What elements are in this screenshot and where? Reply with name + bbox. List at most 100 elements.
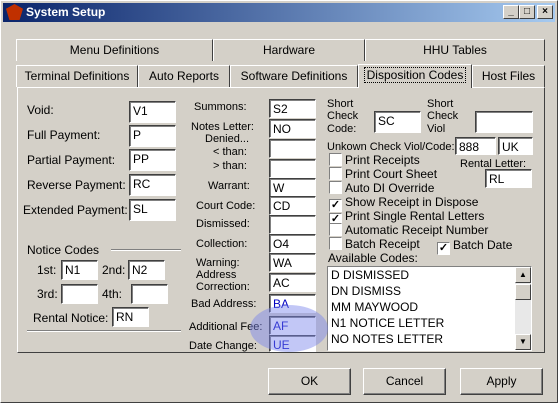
address-correction-label-1: Address bbox=[196, 269, 237, 281]
list-item[interactable]: NO NOTES LETTER bbox=[328, 331, 531, 347]
collection-label: Collection: bbox=[196, 238, 248, 250]
notice-4th-field[interactable] bbox=[131, 284, 168, 304]
court-code-label: Court Code: bbox=[196, 200, 256, 212]
apply-button[interactable]: Apply bbox=[460, 368, 543, 395]
short-check-code-label-1: Short bbox=[327, 98, 354, 110]
warrant-field[interactable]: W bbox=[269, 178, 316, 197]
short-check-viol-field[interactable] bbox=[475, 111, 533, 133]
rental-notice-field[interactable]: RN bbox=[112, 307, 149, 327]
auto-di-override-checkbox[interactable]: Auto DI Override bbox=[329, 181, 434, 195]
less-than-label: < than: bbox=[213, 146, 247, 158]
less-than-field[interactable] bbox=[269, 139, 316, 158]
warning-label: Warning: bbox=[196, 257, 240, 269]
checkbox-box bbox=[329, 223, 342, 236]
notice-4th-label: 4th: bbox=[102, 287, 123, 301]
scroll-up-arrow-icon[interactable]: ▲ bbox=[515, 267, 531, 283]
short-check-code-label-3: Code: bbox=[327, 123, 357, 135]
greater-than-field[interactable] bbox=[269, 159, 316, 178]
rental-letter-field[interactable]: RL bbox=[485, 169, 532, 188]
print-receipts-checkbox[interactable]: Print Receipts bbox=[329, 153, 420, 167]
notice-1st-field[interactable]: N1 bbox=[61, 260, 98, 280]
notice-2nd-label: 2nd: bbox=[102, 263, 126, 277]
additional-fee-field[interactable]: AF bbox=[269, 316, 316, 335]
ok-button[interactable]: OK bbox=[268, 368, 351, 395]
notes-letter-field[interactable]: NO bbox=[269, 119, 316, 138]
address-correction-label-2: Correction: bbox=[196, 281, 250, 293]
maximize-button[interactable]: □ bbox=[519, 5, 535, 19]
title-bar[interactable]: System Setup _ □ × bbox=[3, 3, 555, 22]
scroll-thumb[interactable] bbox=[515, 284, 531, 300]
additional-fee-label: Additional Fee: bbox=[189, 321, 263, 333]
batch-date-checkbox[interactable]: ✓ Batch Date bbox=[437, 238, 512, 255]
system-setup-window: System Setup _ □ × Menu Definitions Hard… bbox=[0, 0, 558, 403]
available-codes-list[interactable]: D DISMISSED DN DISMISS MM MAYWOOD N1 NOT… bbox=[327, 266, 532, 351]
denied-label: Denied... bbox=[205, 133, 250, 145]
short-check-code-field[interactable]: SC bbox=[374, 111, 421, 133]
checkbox-box bbox=[329, 153, 342, 166]
partial-payment-label: Partial Payment: bbox=[27, 153, 116, 167]
checkbox-box: ✓ bbox=[437, 242, 450, 255]
bad-address-label: Bad Address: bbox=[191, 298, 257, 310]
reverse-payment-label: Reverse Payment: bbox=[27, 178, 126, 192]
court-code-field[interactable]: CD bbox=[269, 196, 316, 215]
batch-receipt-checkbox[interactable]: Batch Receipt bbox=[329, 237, 420, 251]
extended-payment-label: Extended Payment: bbox=[23, 203, 128, 217]
list-item[interactable]: N1 NOTICE LETTER bbox=[328, 315, 531, 331]
tab-auto-reports[interactable]: Auto Reports bbox=[138, 65, 230, 87]
dismissed-field[interactable] bbox=[269, 215, 316, 234]
address-correction-field[interactable]: AC bbox=[269, 273, 316, 292]
summons-label: Summons: bbox=[194, 101, 247, 113]
notice-3rd-field[interactable] bbox=[61, 284, 98, 304]
left-bottom-separator bbox=[27, 330, 181, 332]
notice-codes-label: Notice Codes bbox=[27, 243, 100, 257]
unknown-check-viol-field[interactable]: 888 bbox=[455, 137, 496, 155]
tab-software-definitions[interactable]: Software Definitions bbox=[230, 65, 358, 87]
short-check-code-label-2: Check bbox=[327, 110, 359, 122]
notice-2nd-field[interactable]: N2 bbox=[128, 260, 165, 280]
notice-1st-label: 1st: bbox=[37, 263, 57, 277]
reverse-payment-field[interactable]: RC bbox=[129, 174, 176, 196]
tab-hardware[interactable]: Hardware bbox=[213, 39, 365, 61]
full-payment-field[interactable]: P bbox=[129, 125, 176, 147]
short-check-viol-label-2: Check bbox=[427, 110, 459, 122]
void-label: Void: bbox=[27, 103, 54, 117]
app-icon bbox=[6, 4, 23, 20]
notes-letter-label: Notes Letter: bbox=[191, 121, 254, 133]
full-payment-label: Full Payment: bbox=[27, 128, 101, 142]
automatic-receipt-number-checkbox[interactable]: Automatic Receipt Number bbox=[329, 223, 488, 237]
cancel-button[interactable]: Cancel bbox=[363, 368, 446, 395]
minimize-button[interactable]: _ bbox=[503, 5, 519, 19]
partial-payment-field[interactable]: PP bbox=[129, 149, 176, 171]
tab-menu-definitions[interactable]: Menu Definitions bbox=[16, 39, 213, 61]
available-codes-label: Available Codes: bbox=[328, 251, 418, 265]
warrant-label: Warrant: bbox=[208, 180, 250, 192]
tab-disposition-codes[interactable]: Disposition Codes bbox=[358, 64, 472, 88]
extended-payment-field[interactable]: SL bbox=[129, 199, 176, 221]
checkbox-box bbox=[329, 181, 342, 194]
void-field[interactable]: V1 bbox=[129, 101, 176, 123]
list-item[interactable]: MM MAYWOOD bbox=[328, 299, 531, 315]
tab-terminal-definitions[interactable]: Terminal Definitions bbox=[16, 65, 138, 87]
scroll-down-arrow-icon[interactable]: ▼ bbox=[515, 334, 531, 350]
list-item[interactable]: D DISMISSED bbox=[328, 267, 531, 283]
warning-field[interactable]: WA bbox=[269, 253, 316, 272]
unknown-check-label: Unkown Check Viol/Code: bbox=[327, 141, 455, 153]
tab-host-files[interactable]: Host Files bbox=[472, 65, 545, 87]
dismissed-label: Dismissed: bbox=[196, 218, 250, 230]
short-check-viol-label-1: Short bbox=[427, 98, 454, 110]
collection-field[interactable]: O4 bbox=[269, 234, 316, 253]
checkbox-box bbox=[329, 237, 342, 250]
bad-address-field[interactable]: BA bbox=[269, 294, 316, 313]
window-title: System Setup bbox=[26, 5, 106, 19]
summons-field[interactable]: S2 bbox=[269, 99, 316, 118]
close-button[interactable]: × bbox=[537, 5, 553, 19]
print-court-sheet-checkbox[interactable]: Print Court Sheet bbox=[329, 167, 437, 181]
date-change-label: Date Change: bbox=[189, 340, 257, 352]
tab-hhu-tables[interactable]: HHU Tables bbox=[365, 39, 545, 61]
unknown-check-code-field[interactable]: UK bbox=[498, 137, 533, 155]
notice-codes-separator bbox=[111, 249, 181, 251]
rental-notice-label: Rental Notice: bbox=[33, 311, 109, 325]
list-item[interactable]: DN DISMISS bbox=[328, 283, 531, 299]
vertical-scrollbar[interactable]: ▲ ▼ bbox=[515, 267, 531, 350]
date-change-field[interactable]: UE bbox=[269, 335, 316, 352]
